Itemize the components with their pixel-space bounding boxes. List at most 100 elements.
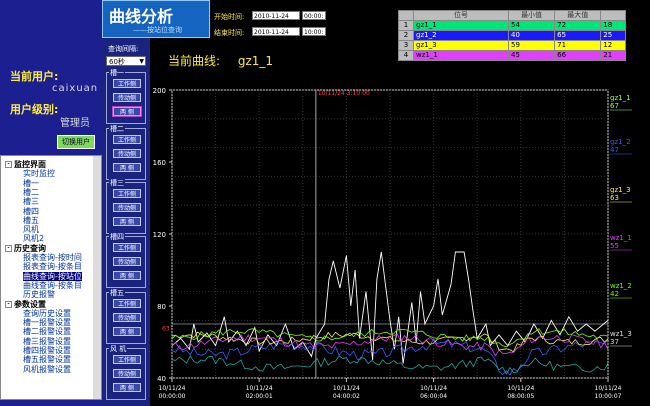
interval-select[interactable]: 60秒 ▼ <box>106 56 146 66</box>
work-side-button[interactable]: 工作侧 <box>113 189 141 198</box>
interval-value: 60秒 <box>109 58 125 66</box>
user-level: 管理员 <box>60 118 90 129</box>
both-sides-button[interactable]: 两 侧 <box>113 383 141 392</box>
tree-item[interactable]: 槽一报警设置 <box>23 318 71 327</box>
tree-item[interactable]: 风机 <box>23 225 39 234</box>
trend-chart[interactable]: 200160120804010/11/2400:00:0010/11/2402:… <box>150 82 650 406</box>
station-group: 槽五 工作侧 传动侧两 侧 <box>106 288 146 344</box>
both-sides-button[interactable]: 两 侧 <box>113 163 141 172</box>
start-time-input[interactable]: 00:00: <box>302 11 326 20</box>
drive-side-button[interactable]: 传动侧 <box>113 313 141 322</box>
tree-group[interactable]: - 历史查询 <box>5 244 46 253</box>
row-number: 4 <box>398 50 414 61</box>
current-curve: 当前曲线: gz1_1 <box>168 52 273 69</box>
row-number: 1 <box>398 20 414 31</box>
end-time-input[interactable]: 10:00: <box>302 27 326 36</box>
tree-item-label: 槽五报警设置 <box>23 355 71 365</box>
start-date-input[interactable]: 2010-11-24 <box>252 11 300 20</box>
current-user: caixuan <box>52 83 99 94</box>
drive-side-button[interactable]: 传动侧 <box>113 149 141 158</box>
tree-item-label: 实时监控 <box>23 169 55 179</box>
tree-item[interactable]: 实时监控 <box>23 169 55 178</box>
series-value-label: 47 <box>610 146 619 154</box>
work-side-button[interactable]: 工作侧 <box>113 243 141 252</box>
y-tick-label: 200 <box>153 87 166 95</box>
tree-item[interactable]: 曲线查询-按条目 <box>23 281 82 290</box>
app-root: 当前用户: caixuan 用户级别: 管理员 切换用户 - 监控界面 实时监控 槽一… <box>0 0 650 406</box>
tree-item[interactable]: 槽二报警设置 <box>23 327 71 336</box>
series-value-label: 55 <box>610 242 619 250</box>
tree-item-label: 槽四报警设置 <box>23 346 71 355</box>
table-row[interactable]: 2 gz1_2 40 65 25 <box>398 30 626 41</box>
tree-item-label: 曲线查询-按站位 <box>23 271 82 281</box>
series-value-label: 67 <box>610 102 619 110</box>
both-sides-button[interactable]: 两 侧 <box>113 327 141 336</box>
station-group-title: 风 机 <box>109 344 128 354</box>
tree-item-label: 槽五 <box>23 215 39 225</box>
table-row[interactable]: 4 wz1_1 45 66 21 <box>398 50 626 61</box>
tree-item[interactable]: 曲线查询-按站位 <box>23 271 82 281</box>
drive-side-button[interactable]: 传动侧 <box>113 257 141 266</box>
tree-item-label: 槽二报警设置 <box>23 327 71 337</box>
tree-item[interactable]: 槽五报警设置 <box>23 355 71 364</box>
tree-item[interactable]: 槽三报警设置 <box>23 337 71 346</box>
tree-item[interactable]: 槽四 <box>23 207 39 216</box>
drive-side-button[interactable]: 传动侧 <box>113 93 141 102</box>
work-side-button[interactable]: 工作侧 <box>113 299 141 308</box>
row-min: 54 <box>507 20 556 31</box>
row-tag: gz1_3 <box>413 40 509 51</box>
end-date-input[interactable]: 2010-11-24 <box>252 27 300 36</box>
tree-item[interactable]: 槽五 <box>23 216 39 225</box>
row-tag: wz1_1 <box>413 50 509 61</box>
tree-group[interactable]: - 参数设置 <box>5 300 46 309</box>
series-name-label: wz1_3 <box>610 330 632 338</box>
station-group: 风 机工作侧传动侧两 侧 <box>106 344 146 400</box>
tree-item-label: 历史查询 <box>14 243 46 253</box>
table-row[interactable]: 1 gz1_1 54 72 18 <box>398 20 626 31</box>
switch-user-button[interactable]: 切换用户 <box>57 135 95 149</box>
tree-item[interactable]: 槽三 <box>23 197 39 206</box>
series-value-label: 37 <box>610 338 619 346</box>
tree-item-label: 查询历史设置 <box>23 308 71 318</box>
row-max: 66 <box>554 50 602 61</box>
row-tag: gz1_2 <box>413 30 509 41</box>
row-max: 71 <box>554 40 602 51</box>
work-side-button[interactable]: 工作侧 <box>113 135 141 144</box>
collapse-icon[interactable]: - <box>5 244 12 252</box>
start-time-label: 开始时间: <box>214 13 245 21</box>
page-title: 曲线分析 <box>109 7 174 26</box>
tree-item-label: 风机2 <box>23 234 45 244</box>
tree-item[interactable]: 历史报警 <box>23 290 55 299</box>
row-min: 59 <box>507 40 556 51</box>
table-header-row: 位号 最小值 最大值 <box>398 10 626 21</box>
tree-item[interactable]: 风机2 <box>23 234 44 243</box>
tree-item[interactable]: 风机报警设置 <box>23 365 71 374</box>
tree-item[interactable]: 报表查询-按条目 <box>23 262 82 271</box>
tree-item[interactable]: 槽一 <box>23 179 39 188</box>
current-user-label: 当前用户: <box>10 70 59 83</box>
drive-side-button[interactable]: 传动侧 <box>113 369 141 378</box>
work-side-button[interactable]: 工作侧 <box>113 79 141 88</box>
row-value: 21 <box>600 50 626 61</box>
collapse-icon[interactable]: - <box>5 161 12 168</box>
tree-scrollbar[interactable] <box>93 156 101 399</box>
x-tick-date: 10/11/24 <box>159 385 186 392</box>
station-group: 槽三 工作侧 传动侧两 侧 <box>106 178 146 234</box>
both-sides-button[interactable]: 两 侧 <box>113 217 141 226</box>
x-tick-date: 10/11/24 <box>420 385 447 392</box>
both-sides-button[interactable]: 两 侧 <box>113 107 141 116</box>
tree-item[interactable]: 槽二 <box>23 188 39 197</box>
left-panel: 当前用户: caixuan 用户级别: 管理员 切换用户 - 监控界面 实时监控 槽一… <box>0 0 102 406</box>
work-side-button[interactable]: 工作侧 <box>113 355 141 364</box>
collapse-icon[interactable]: - <box>5 300 12 308</box>
station-group-title: 槽一 <box>109 68 125 78</box>
tree-item[interactable]: 槽四报警设置 <box>23 346 71 355</box>
col-header-max: 最大值 <box>554 10 602 21</box>
drive-side-button[interactable]: 传动侧 <box>113 203 141 212</box>
tree-item[interactable]: 报表查询-按时间 <box>23 253 82 262</box>
tree-item[interactable]: 查询历史设置 <box>23 309 71 318</box>
table-row[interactable]: 3 gz1_3 59 71 12 <box>398 40 626 51</box>
tree-group[interactable]: - 监控界面 <box>5 160 46 169</box>
table-corner <box>398 10 414 21</box>
both-sides-button[interactable]: 两 侧 <box>113 271 141 280</box>
